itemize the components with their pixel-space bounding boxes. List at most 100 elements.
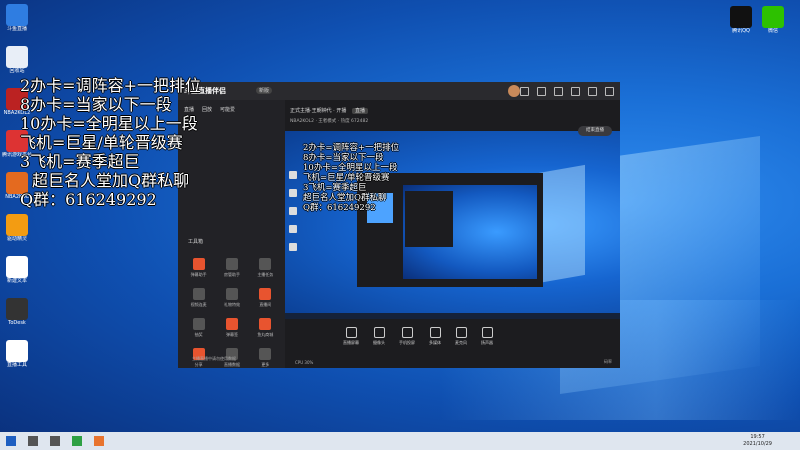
tool-item[interactable]: 抽奖 (182, 318, 215, 338)
file-icon (6, 340, 28, 362)
douyu-icon (6, 4, 28, 26)
desktop-icon-label: 微信 (767, 28, 778, 34)
control-icon (455, 327, 467, 338)
tool-item[interactable]: 弹幕助手 (182, 258, 215, 278)
desktop-icon[interactable]: 驱动精灵 (0, 214, 34, 242)
control-icon (481, 327, 493, 338)
tool-label: 主播任务 (257, 272, 274, 277)
desktop-icon-label: 回收站 (9, 68, 25, 74)
preview-line: 8办卡=当家以下一段 (303, 153, 384, 163)
desktop-icon[interactable]: 腾讯QQ (724, 6, 758, 34)
control-label: 麦克风 (455, 340, 467, 345)
preview-overlay-text: 2办卡=调阵容+一把排位 8办卡=当家以下一段 10办卡=全明星以上一段 飞机=… (303, 143, 399, 213)
tool-item[interactable]: 直播间 (249, 288, 282, 308)
stream-tag[interactable]: 直播 (351, 108, 368, 114)
desktop-icon-label: 驱动精灵 (6, 236, 27, 242)
preview-line: 飞机=巨星/单轮晋级赛 (303, 173, 390, 183)
control-icon (429, 327, 441, 338)
stream-title: 正式主播·王朝钟代 · 开播 直播 (290, 107, 368, 114)
minimize-icon[interactable] (571, 87, 580, 96)
close-icon[interactable] (605, 87, 614, 96)
tool-label: 抽奖 (194, 332, 203, 337)
menu-icon[interactable] (554, 87, 563, 96)
browser-icon[interactable] (72, 436, 82, 446)
tool-label: 更多 (261, 362, 270, 367)
tool-item[interactable]: 更多 (249, 348, 282, 368)
control-label: 直播屏幕 (343, 340, 359, 345)
tool-item[interactable]: 视频连麦 (182, 288, 215, 308)
tab-more[interactable]: 可能爱 (220, 106, 235, 113)
desktop-icon[interactable]: 直播工具 (0, 340, 34, 368)
search-icon[interactable] (28, 436, 38, 446)
control-button[interactable]: 扬声器 (481, 324, 493, 346)
shop-icon (259, 318, 272, 330)
tab-replay[interactable]: 回放 (202, 106, 212, 113)
tool-item[interactable]: 弹幕签 (215, 318, 248, 338)
desktop-icon-label: ToDesk (8, 320, 26, 326)
preview-line: 超巨名人堂加Q群私聊 (303, 193, 387, 203)
clock[interactable]: 19:57 2021/10/29 (743, 434, 772, 448)
overlay-line: 10办卡=全明星以上一段 (20, 114, 198, 133)
tool-label: 直播数据 (223, 362, 240, 367)
preview-line: 10办卡=全明星以上一段 (303, 163, 398, 173)
tool-label: 鱼丸商城 (257, 332, 274, 337)
qq-icon (730, 6, 752, 28)
avatar[interactable] (508, 85, 520, 97)
bitrate-status: 码率 (604, 359, 612, 364)
tool-label: 视频连麦 (190, 302, 207, 307)
start-stop-button[interactable]: 结束直播 (578, 126, 612, 136)
tool-item[interactable]: 礼物特效 (215, 288, 248, 308)
desktop-icon[interactable]: 斗鱼直播 (0, 4, 34, 32)
control-label: 多媒体 (429, 340, 441, 345)
overlay-line: 3飞机=赛季超巨 (20, 152, 140, 171)
douyu-task-icon[interactable] (94, 436, 104, 446)
stream-preview[interactable]: 2办卡=调阵容+一把排位 8办卡=当家以下一段 10办卡=全明星以上一段 飞机=… (285, 131, 620, 319)
title-bar[interactable]: 斗鱼直播伴侣 新版 (178, 82, 620, 100)
control-icon (401, 327, 413, 338)
tool-item[interactable]: 房管助手 (215, 258, 248, 278)
overlay-line: Q群：616249292 (20, 190, 157, 209)
desktop-icon[interactable]: 回收站 (0, 46, 34, 74)
overlay-line: 飞机=巨星/单轮晋级赛 (20, 133, 183, 152)
clock-time: 19:57 (750, 434, 765, 440)
tool-item[interactable]: 鱼丸商城 (249, 318, 282, 338)
footer-note: 主播直播中请勿使用数据 (192, 356, 236, 361)
windows-icon[interactable] (6, 436, 16, 446)
control-button[interactable]: 摄像头 (373, 324, 385, 346)
clock-date: 2021/10/29 (743, 441, 772, 447)
control-label: 手机投屏 (399, 340, 415, 345)
danmaku-icon (192, 258, 205, 270)
desktop-icon[interactable]: 新建文本 (0, 256, 34, 284)
more-icon (259, 348, 272, 360)
preview-taskbar (285, 313, 620, 319)
cpu-status: CPU 30% (295, 360, 314, 365)
control-button[interactable]: 多媒体 (429, 324, 441, 346)
tool-item[interactable]: 主播任务 (249, 258, 282, 278)
bell-icon[interactable] (537, 87, 546, 96)
control-button[interactable]: 麦克风 (455, 324, 467, 346)
main-panel: 正式主播·王朝钟代 · 开播 直播 NBA2KOL2 · 王者模式 · 热度 6… (285, 100, 620, 368)
tool-label: 弹幕签 (225, 332, 238, 337)
preview-line: 3飞机=赛季超巨 (303, 183, 367, 193)
desktop-icon-label: 新建文本 (6, 278, 27, 284)
lottery-icon (192, 318, 205, 330)
gift-box-icon[interactable] (520, 87, 529, 96)
live-companion-window: 斗鱼直播伴侣 新版 直播 回放 可能爱 工具箱 弹幕助手 房管助手 主播任务视频连麦… (178, 82, 620, 368)
recycle-bin-icon (6, 46, 28, 68)
control-icon (345, 327, 357, 338)
control-button[interactable]: 手机投屏 (399, 324, 415, 346)
sign-icon (225, 318, 238, 330)
control-label: 扬声器 (481, 340, 493, 345)
control-button[interactable]: 直播屏幕 (343, 324, 359, 346)
maximize-icon[interactable] (588, 87, 597, 96)
desktop-icon[interactable]: ToDesk (0, 298, 34, 326)
room-info: NBA2KOL2 · 王者模式 · 热度 672482 (290, 119, 369, 124)
preview-desktop-icons (289, 171, 299, 261)
desktop-icon[interactable]: 微信 (756, 6, 790, 34)
task-icon (259, 258, 272, 270)
task-view-icon[interactable] (50, 436, 60, 446)
desktop-icon-label: 腾讯QQ (732, 28, 750, 34)
tools-grid: 弹幕助手 房管助手 主播任务 视频连麦 礼物特效 直播间 抽奖 弹幕签 鱼丸商城 分享 直播数据 更多 (182, 258, 282, 368)
gift-icon (225, 288, 238, 300)
tools-header: 工具箱 (188, 239, 204, 245)
